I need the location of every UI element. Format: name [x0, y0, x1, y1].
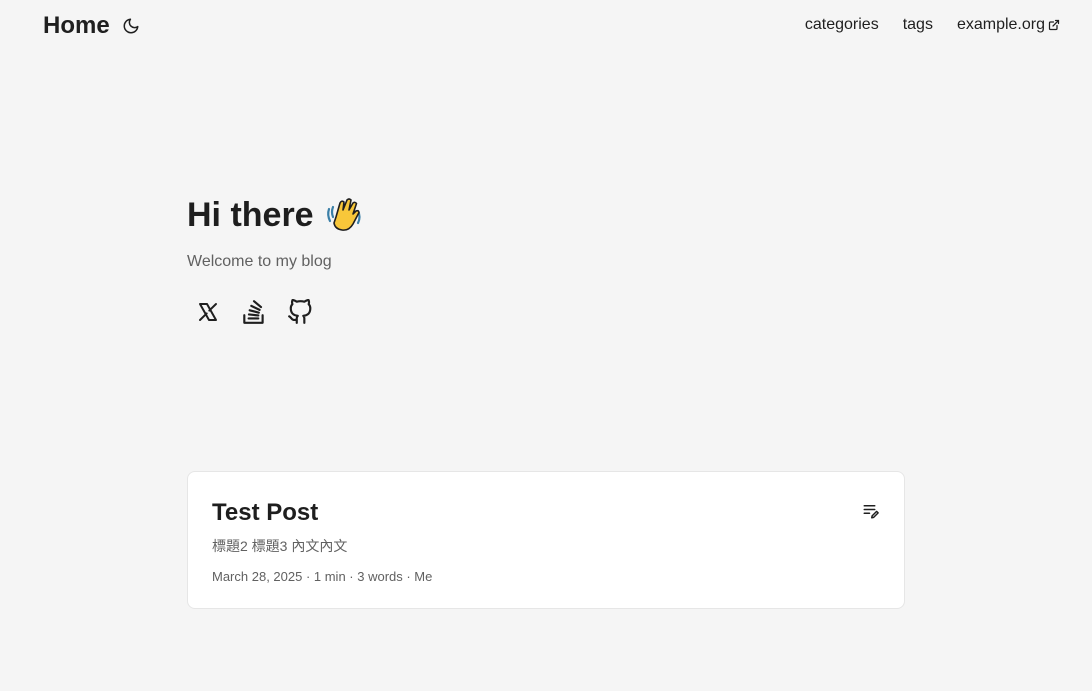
hero-subtitle: Welcome to my blog: [187, 253, 332, 270]
site-header: Home categories tags example.org: [0, 0, 1092, 52]
theme-toggle-button[interactable]: [121, 16, 141, 36]
github-icon: [288, 299, 312, 324]
hero-section: Hi there Welcome to my blog: [187, 190, 364, 274]
nav-link-tags[interactable]: tags: [903, 14, 933, 36]
draft-edit-icon: [863, 505, 879, 519]
nav-link-label: tags: [902, 16, 933, 33]
post-summary: 標題2 標題3 內文內文: [212, 538, 348, 554]
social-link-github[interactable]: [286, 296, 314, 328]
x-icon: [199, 303, 217, 321]
social-icons: [194, 296, 314, 328]
nav-link-categories[interactable]: categories: [805, 14, 879, 36]
social-link-stackoverflow[interactable]: [240, 296, 268, 328]
waving-hand-icon: [326, 198, 361, 231]
home-logo-link[interactable]: Home: [43, 11, 110, 41]
social-link-x[interactable]: [194, 296, 222, 328]
hero-title-text: Hi there: [187, 196, 314, 234]
nav-link-label: categories: [804, 16, 879, 33]
hero-title: Hi there: [187, 190, 364, 240]
post-meta: March 28, 2025 · 1 min · 3 words · Me: [212, 569, 433, 584]
post-card[interactable]: Test Post 標題2 標題3 內文內文 March 28, 2025 · …: [187, 471, 905, 609]
post-title: Test Post: [212, 499, 319, 526]
moon-icon: [123, 18, 139, 34]
nav-link-external[interactable]: example.org: [957, 14, 1060, 36]
nav-link-label: example.org: [956, 16, 1045, 33]
external-link-icon: [1048, 19, 1060, 31]
stackoverflow-icon: [243, 300, 264, 324]
main-nav: categories tags example.org: [805, 14, 1060, 36]
